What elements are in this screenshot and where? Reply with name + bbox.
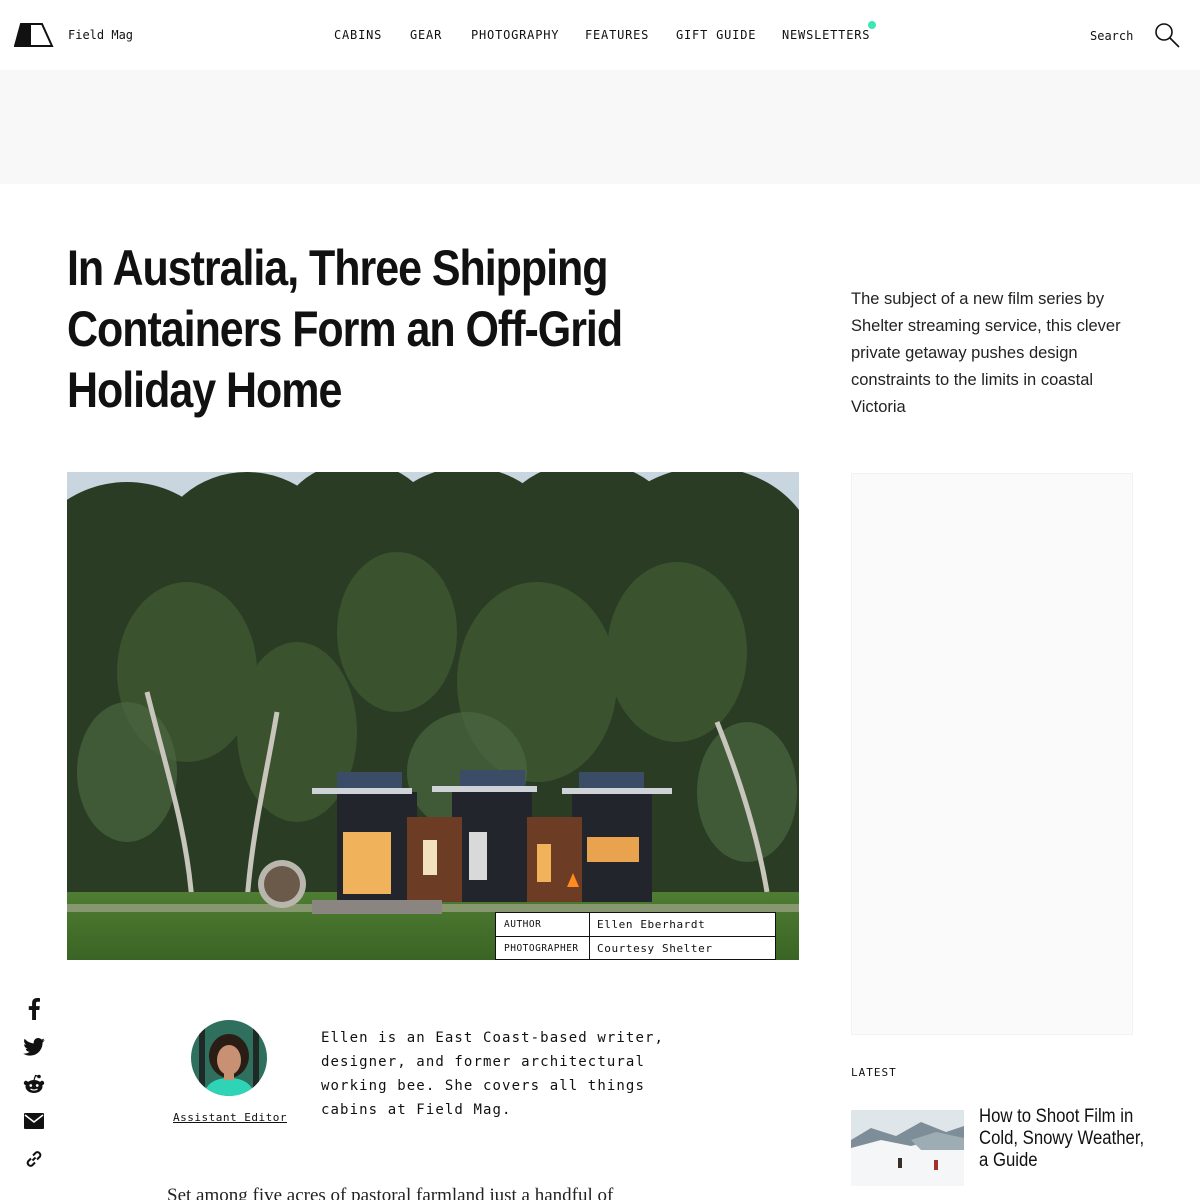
newsletter-indicator-dot bbox=[868, 21, 876, 29]
nav-item-gift-guide[interactable]: GIFT GUIDE bbox=[676, 28, 756, 42]
latest-heading: LATEST bbox=[851, 1066, 897, 1079]
photographer-name: Courtesy Shelter bbox=[597, 942, 713, 955]
hero-image bbox=[67, 472, 799, 960]
author-avatar[interactable] bbox=[191, 1020, 267, 1096]
site-header: Field Mag CABINS GEAR PHOTOGRAPHY FEATUR… bbox=[0, 0, 1200, 70]
sidebar-ad-placeholder bbox=[851, 473, 1133, 1035]
link-icon[interactable] bbox=[22, 1147, 46, 1171]
author-bio: Ellen is an East Coast-based writer, des… bbox=[321, 1030, 665, 1118]
nav-item-newsletters[interactable]: NEWSLETTERS bbox=[782, 28, 870, 42]
latest-item-title[interactable]: How to Shoot Film in Cold, Snowy Weather… bbox=[979, 1106, 1146, 1172]
nav-item-cabins[interactable]: CABINS bbox=[334, 28, 382, 42]
search-label[interactable]: Search bbox=[1090, 29, 1133, 43]
search-icon[interactable] bbox=[1154, 22, 1180, 48]
latest-item-thumbnail[interactable] bbox=[851, 1110, 964, 1186]
nav-item-photography[interactable]: PHOTOGRAPHY bbox=[471, 28, 559, 42]
article-title: In Australia, Three Shipping Containers … bbox=[67, 240, 623, 418]
top-ad-placeholder bbox=[0, 70, 1200, 184]
nav-item-features[interactable]: FEATURES bbox=[585, 28, 649, 42]
nav-item-gear[interactable]: GEAR bbox=[410, 28, 442, 42]
facebook-icon[interactable] bbox=[22, 997, 46, 1021]
credit-label: AUTHOR bbox=[496, 913, 590, 936]
credit-row-photographer: PHOTOGRAPHER Courtesy Shelter bbox=[496, 936, 775, 959]
credit-label: PHOTOGRAPHER bbox=[496, 937, 590, 959]
article-body-paragraph: Set among five acres of pastoral farmlan… bbox=[167, 1185, 614, 1200]
email-icon[interactable] bbox=[22, 1109, 46, 1133]
author-name-link[interactable]: Ellen Eberhardt bbox=[590, 913, 775, 936]
reddit-icon[interactable] bbox=[22, 1072, 46, 1096]
credit-row-author: AUTHOR Ellen Eberhardt bbox=[496, 913, 775, 936]
photo-credits-table: AUTHOR Ellen Eberhardt PHOTOGRAPHER Cour… bbox=[495, 912, 776, 960]
twitter-icon[interactable] bbox=[22, 1035, 46, 1059]
article-dek: The subject of a new film series by Shel… bbox=[851, 290, 1121, 416]
main-nav: CABINS GEAR PHOTOGRAPHY FEATURES GIFT GU… bbox=[0, 28, 1200, 44]
author-role-link[interactable]: Assistant Editor bbox=[173, 1111, 287, 1124]
